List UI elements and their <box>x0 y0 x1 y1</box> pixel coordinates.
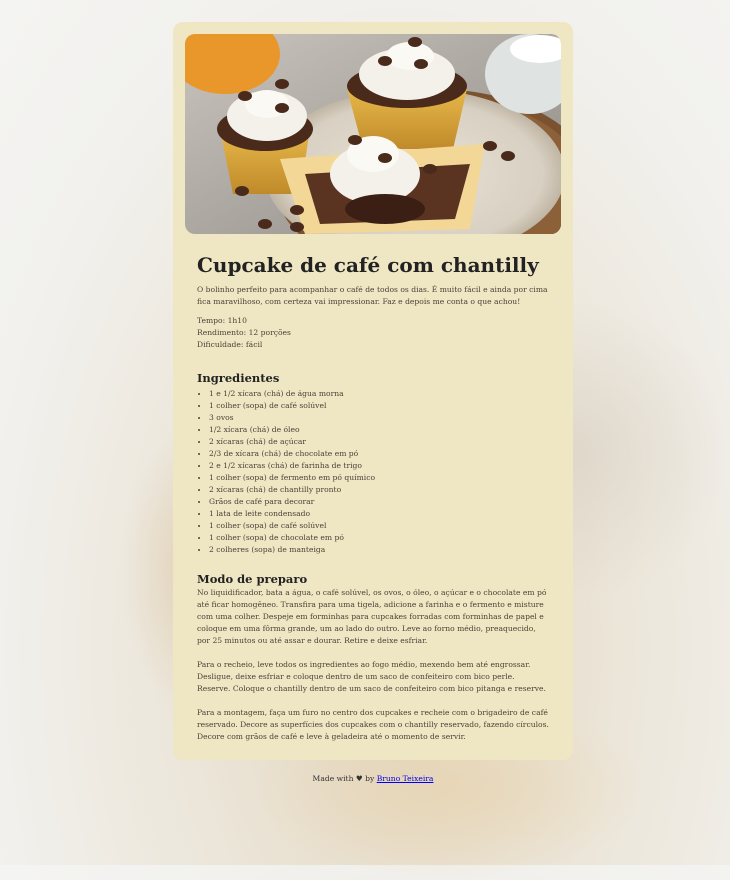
footer-credit: Made with ♥ by <box>312 774 375 783</box>
ingredient-item: 2/3 de xícara (chá) de chocolate em pó <box>209 448 549 460</box>
preparation-heading: Modo de preparo <box>197 572 308 586</box>
recipe-yield: Rendimento: 12 porções <box>197 328 291 337</box>
ingredient-item: 1/2 xícara (chá) de óleo <box>209 424 549 436</box>
author-link[interactable]: Bruno Teixeira <box>377 774 434 783</box>
ingredient-item: Grãos de café para decorar <box>209 496 549 508</box>
ingredient-item: 1 colher (sopa) de chocolate em pó <box>209 532 549 544</box>
footer: Made with ♥ by Bruno Teixeira <box>0 774 730 783</box>
preparation-paragraph: Para o recheio, leve todos os ingredient… <box>197 660 546 693</box>
recipe-meta: Tempo: 1h10 Rendimento: 12 porções Dific… <box>197 315 549 351</box>
ingredient-item: 2 xícaras (chá) de chantilly pronto <box>209 484 549 496</box>
ingredient-item: 1 colher (sopa) de café solúvel <box>209 520 549 532</box>
recipe-title: Cupcake de café com chantilly <box>197 253 539 277</box>
ingredients-list: 1 e 1/2 xícara (chá) de água morna 1 col… <box>197 388 549 556</box>
recipe-photo <box>185 34 561 234</box>
preparation-steps: No liquidificador, bata a água, o café s… <box>197 587 549 743</box>
recipe-intro: O bolinho perfeito para acompanhar o caf… <box>197 285 548 306</box>
ingredient-item: 1 e 1/2 xícara (chá) de água morna <box>209 388 549 400</box>
recipe-card: Cupcake de café com chantilly O bolinho … <box>173 22 573 760</box>
ingredient-item: 1 colher (sopa) de fermento em pó químic… <box>209 472 549 484</box>
preparation-paragraph: Para a montagem, faça um furo no centro … <box>197 708 549 741</box>
ingredient-item: 2 colheres (sopa) de manteiga <box>209 544 549 556</box>
ingredient-item: 2 xícaras (chá) de açúcar <box>209 436 549 448</box>
recipe-difficulty: Dificuldade: fácil <box>197 340 263 349</box>
ingredient-item: 1 colher (sopa) de café solúvel <box>209 400 549 412</box>
ingredient-item: 3 ovos <box>209 412 549 424</box>
ingredient-item: 1 lata de leite condensado <box>209 508 549 520</box>
recipe-time: Tempo: 1h10 <box>197 316 247 325</box>
ingredient-item: 2 e 1/2 xícaras (chá) de farinha de trig… <box>209 460 549 472</box>
ingredients-heading: Ingredientes <box>197 371 280 385</box>
recipe-content: Cupcake de café com chantilly O bolinho … <box>197 252 549 743</box>
preparation-paragraph: No liquidificador, bata a água, o café s… <box>197 588 547 645</box>
